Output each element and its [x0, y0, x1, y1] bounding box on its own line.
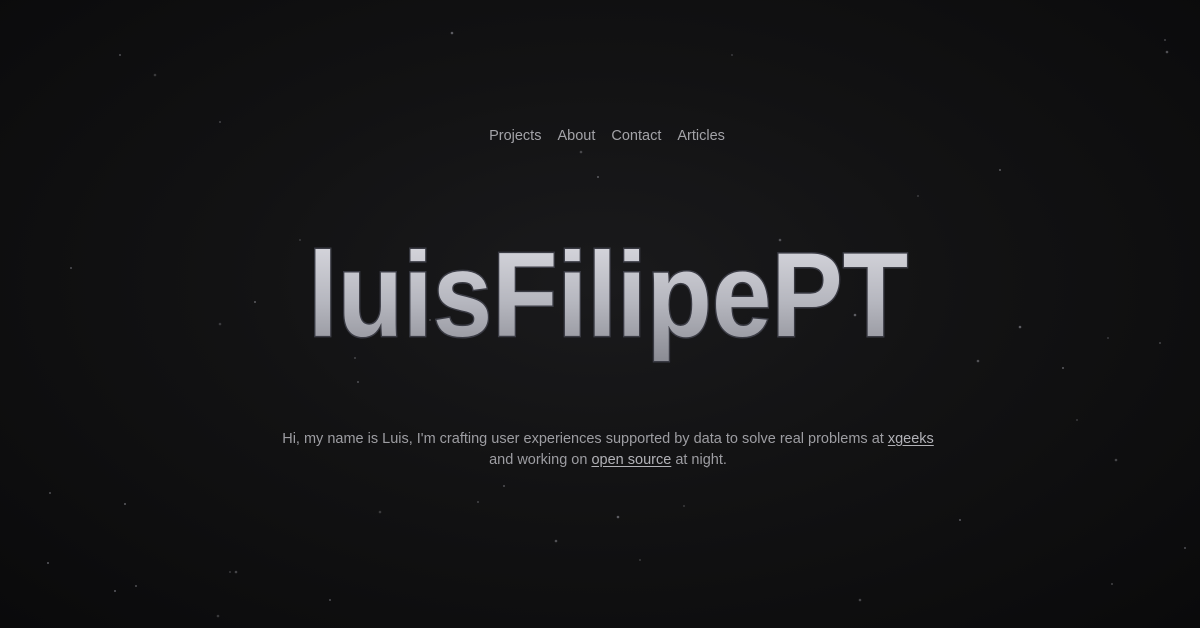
landing-page: Projects About Contact Articles luisFili…	[0, 0, 1200, 628]
star-dot	[450, 31, 454, 35]
star-dot	[329, 599, 331, 601]
star-dot	[216, 614, 220, 618]
star-dot	[731, 54, 733, 56]
star-dot	[639, 559, 641, 561]
company-link[interactable]: xgeeks	[888, 431, 934, 447]
star-dot	[229, 571, 231, 573]
star-dot	[357, 381, 359, 383]
star-dot	[114, 590, 116, 592]
star-dot	[119, 54, 121, 56]
hero-title-text: luisFilipePT	[308, 228, 908, 362]
intro-text: Hi, my name is Luis, I'm crafting user e…	[282, 431, 884, 447]
star-dot	[477, 501, 479, 503]
star-dot	[1184, 547, 1186, 549]
star-dot	[554, 539, 558, 543]
intro-line-2: and working on open source at night.	[8, 450, 1200, 471]
star-dot	[124, 503, 126, 505]
star-dot	[597, 176, 599, 178]
hero-title: luisFilipePT	[0, 224, 1200, 364]
star-dot	[683, 505, 685, 507]
star-dot	[1076, 419, 1078, 421]
star-dot	[1111, 583, 1113, 585]
star-dot	[616, 515, 620, 519]
star-dot	[503, 485, 505, 487]
star-dot	[1062, 367, 1064, 369]
star-dot	[999, 169, 1001, 171]
star-dot	[153, 73, 157, 77]
nav-link-articles[interactable]: Articles	[677, 126, 725, 146]
star-dot	[858, 598, 862, 602]
star-dot	[378, 510, 382, 514]
intro-paragraph: Hi, my name is Luis, I'm crafting user e…	[8, 429, 1200, 471]
star-dot	[49, 492, 51, 494]
star-dot	[579, 150, 583, 154]
nav-link-about[interactable]: About	[557, 126, 595, 146]
star-dot	[917, 195, 919, 197]
star-dot	[219, 121, 221, 123]
star-dot	[1165, 50, 1169, 54]
intro-line-1: Hi, my name is Luis, I'm crafting user e…	[8, 429, 1200, 450]
intro-text-3: at night.	[675, 452, 727, 468]
star-dot	[234, 570, 238, 574]
nav-link-contact[interactable]: Contact	[611, 126, 661, 146]
open-source-link[interactable]: open source	[591, 452, 671, 468]
intro-text-2: and working on	[489, 452, 588, 468]
main-nav: Projects About Contact Articles	[7, 126, 1200, 146]
star-dot	[47, 562, 49, 564]
star-dot	[959, 519, 961, 521]
star-dot	[1164, 39, 1166, 41]
star-dot	[135, 585, 137, 587]
nav-link-projects[interactable]: Projects	[489, 126, 541, 146]
